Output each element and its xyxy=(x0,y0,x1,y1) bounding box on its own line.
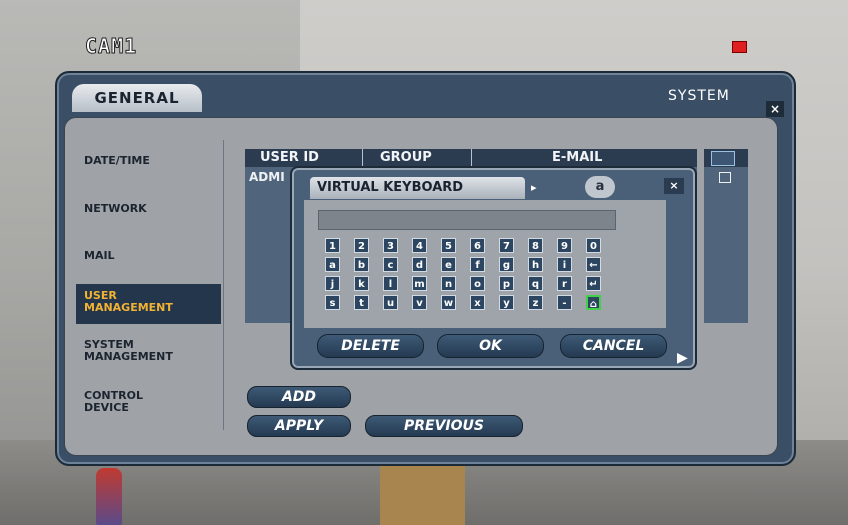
key[interactable]: d xyxy=(412,257,427,272)
previous-button[interactable]: PREVIOUS xyxy=(365,415,523,437)
key[interactable]: j xyxy=(325,276,340,291)
camera-title: CAM1 xyxy=(84,34,138,59)
key[interactable]: 9 xyxy=(557,238,572,253)
column-email: E-MAIL xyxy=(552,150,603,165)
column-separator xyxy=(362,149,363,167)
menu-item-control-device[interactable]: CONTROL DEVICE xyxy=(84,390,143,414)
apply-button[interactable]: APPLY xyxy=(247,415,351,437)
key[interactable]: g xyxy=(499,257,514,272)
key[interactable]: 5 xyxy=(441,238,456,253)
person xyxy=(96,468,122,525)
menu-divider xyxy=(223,140,224,430)
tab-general[interactable]: GENERAL xyxy=(72,84,202,112)
panel-close-icon[interactable]: × xyxy=(766,101,784,117)
menu-item-user-management[interactable]: USER MANAGEMENT xyxy=(76,284,221,324)
key[interactable]: ← xyxy=(586,257,601,272)
column-group: GROUP xyxy=(380,150,432,165)
virtual-keyboard-title: VIRTUAL KEYBOARD xyxy=(310,177,525,199)
keyboard-mode-toggle[interactable]: a xyxy=(585,176,615,198)
door xyxy=(380,462,465,525)
cancel-button[interactable]: CANCEL xyxy=(560,334,667,358)
mail-column xyxy=(704,167,748,323)
key[interactable]: m xyxy=(412,276,427,291)
key[interactable]: u xyxy=(383,295,398,310)
key[interactable]: 3 xyxy=(383,238,398,253)
key[interactable]: z xyxy=(528,295,543,310)
key[interactable]: ⌂ xyxy=(586,295,601,310)
ok-button[interactable]: OK xyxy=(437,334,544,358)
key[interactable]: x xyxy=(470,295,485,310)
key[interactable]: l xyxy=(383,276,398,291)
key[interactable]: k xyxy=(354,276,369,291)
menu-item-network[interactable]: NETWORK xyxy=(84,203,147,215)
menu-item-date-time[interactable]: DATE/TIME xyxy=(84,155,150,167)
panel-title: SYSTEM xyxy=(668,88,730,104)
keyboard-input-field[interactable] xyxy=(318,210,616,230)
record-indicator-icon xyxy=(732,41,747,53)
next-arrow-icon[interactable]: ▸ xyxy=(531,181,537,194)
table-row-user-id[interactable]: ADMI xyxy=(249,170,285,184)
key[interactable]: a xyxy=(325,257,340,272)
menu-item-mail[interactable]: MAIL xyxy=(84,250,115,262)
key[interactable]: 0 xyxy=(586,238,601,253)
key[interactable]: c xyxy=(383,257,398,272)
key[interactable]: 8 xyxy=(528,238,543,253)
key[interactable]: n xyxy=(441,276,456,291)
column-user-id: USER ID xyxy=(260,150,319,165)
key[interactable]: f xyxy=(470,257,485,272)
key[interactable]: 4 xyxy=(412,238,427,253)
key[interactable]: 7 xyxy=(499,238,514,253)
menu-item-system-management[interactable]: SYSTEM MANAGEMENT xyxy=(84,339,173,363)
key[interactable]: - xyxy=(557,295,572,310)
key[interactable]: 2 xyxy=(354,238,369,253)
key[interactable]: b xyxy=(354,257,369,272)
mail-icon xyxy=(711,151,735,166)
key[interactable]: s xyxy=(325,295,340,310)
key[interactable]: 6 xyxy=(470,238,485,253)
mail-checkbox[interactable] xyxy=(719,172,731,183)
column-separator xyxy=(471,149,472,167)
key[interactable]: ↵ xyxy=(586,276,601,291)
keyboard-close-icon[interactable]: × xyxy=(664,178,684,194)
delete-button[interactable]: DELETE xyxy=(317,334,424,358)
key[interactable]: v xyxy=(412,295,427,310)
key[interactable]: p xyxy=(499,276,514,291)
key[interactable]: t xyxy=(354,295,369,310)
key[interactable]: q xyxy=(528,276,543,291)
key[interactable]: w xyxy=(441,295,456,310)
key[interactable]: i xyxy=(557,257,572,272)
key[interactable]: y xyxy=(499,295,514,310)
mouse-cursor-icon: ▶ xyxy=(677,350,688,366)
user-table-header: USER ID GROUP E-MAIL xyxy=(245,149,697,167)
key[interactable]: e xyxy=(441,257,456,272)
key[interactable]: r xyxy=(557,276,572,291)
key[interactable]: 1 xyxy=(325,238,340,253)
key[interactable]: o xyxy=(470,276,485,291)
key[interactable]: h xyxy=(528,257,543,272)
add-button[interactable]: ADD xyxy=(247,386,351,408)
